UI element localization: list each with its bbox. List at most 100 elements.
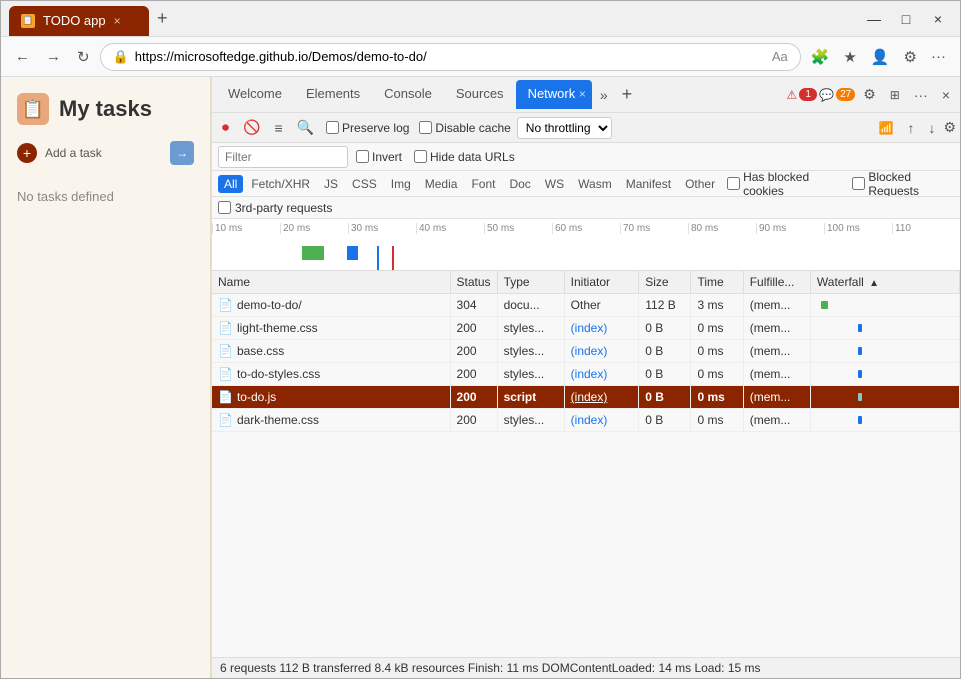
network-settings-button[interactable]: ⚙ bbox=[943, 119, 956, 136]
maximize-button[interactable]: □ bbox=[892, 5, 920, 33]
blocked-requests-checkbox[interactable]: Blocked Requests bbox=[852, 171, 950, 197]
col-header-status[interactable]: Status bbox=[450, 271, 497, 294]
initiator-link[interactable]: (index) bbox=[571, 344, 608, 358]
tab-sources[interactable]: Sources bbox=[444, 80, 516, 109]
filter-fetchxhr[interactable]: Fetch/XHR bbox=[245, 175, 316, 193]
col-header-name[interactable]: Name bbox=[212, 271, 450, 294]
profile-button[interactable]: 👤 bbox=[865, 44, 896, 70]
arrow-button[interactable]: → bbox=[170, 141, 194, 165]
col-header-type[interactable]: Type bbox=[497, 271, 564, 294]
clear-button[interactable]: 🚫 bbox=[237, 117, 266, 138]
third-party-checkbox[interactable] bbox=[218, 201, 231, 214]
table-row[interactable]: 📄dark-theme.css 200 styles... (index) 0 … bbox=[212, 409, 960, 432]
title-bar: 📋 TODO app × + — □ × bbox=[1, 1, 960, 37]
add-task-row[interactable]: + Add a task → bbox=[17, 137, 194, 169]
add-panel-button[interactable]: + bbox=[616, 82, 639, 107]
filter-other[interactable]: Other bbox=[679, 175, 721, 193]
col-header-time[interactable]: Time bbox=[691, 271, 743, 294]
more-tabs-button[interactable]: » bbox=[592, 83, 616, 107]
row-type: docu... bbox=[497, 294, 564, 317]
col-header-size[interactable]: Size bbox=[639, 271, 691, 294]
settings-button[interactable]: ⚙ bbox=[898, 44, 923, 70]
filter-ws[interactable]: WS bbox=[539, 175, 570, 193]
active-tab[interactable]: 📋 TODO app × bbox=[9, 6, 149, 36]
throttle-select[interactable]: No throttling Slow 3G Fast 3G Offline bbox=[517, 117, 612, 139]
waterfall-bar bbox=[858, 324, 862, 332]
refresh-button[interactable]: ↻ bbox=[71, 44, 96, 70]
filter-doc[interactable]: Doc bbox=[503, 175, 536, 193]
filter-all[interactable]: All bbox=[218, 175, 243, 193]
hide-data-urls-checkbox[interactable]: Hide data URLs bbox=[414, 150, 515, 164]
row-type: styles... bbox=[497, 409, 564, 432]
close-icon[interactable]: × bbox=[114, 14, 121, 28]
network-table-container[interactable]: Name Status Type Initiator Size Time Ful… bbox=[212, 271, 960, 657]
col-header-initiator[interactable]: Initiator bbox=[564, 271, 639, 294]
tab-welcome[interactable]: Welcome bbox=[216, 80, 294, 109]
invert-checkbox[interactable]: Invert bbox=[356, 150, 402, 164]
filter-wasm[interactable]: Wasm bbox=[572, 175, 618, 193]
tab-favicon: 📋 bbox=[21, 14, 35, 28]
filter-manifest[interactable]: Manifest bbox=[620, 175, 677, 193]
table-row[interactable]: 📄light-theme.css 200 styles... (index) 0… bbox=[212, 317, 960, 340]
more-button[interactable]: ··· bbox=[925, 44, 952, 69]
initiator-link[interactable]: (index) bbox=[571, 413, 608, 427]
ruler-mark-60ms: 60 ms bbox=[552, 223, 620, 234]
devtools-dots-button[interactable]: ··· bbox=[908, 83, 934, 107]
filter-media[interactable]: Media bbox=[419, 175, 464, 193]
upload-button[interactable]: ↑ bbox=[901, 118, 920, 138]
download-button[interactable]: ↓ bbox=[922, 118, 941, 138]
table-header-row: Name Status Type Initiator Size Time Ful… bbox=[212, 271, 960, 294]
row-status: 200 bbox=[450, 386, 497, 409]
filter-font[interactable]: Font bbox=[465, 175, 501, 193]
table-row[interactable]: 📄to-do-styles.css 200 styles... (index) … bbox=[212, 363, 960, 386]
row-name: 📄to-do-styles.css bbox=[212, 363, 450, 386]
add-icon: + bbox=[17, 143, 37, 163]
row-initiator: (index) bbox=[564, 363, 639, 386]
devtools-share-button[interactable]: ⊞ bbox=[884, 84, 906, 106]
filter-css[interactable]: CSS bbox=[346, 175, 383, 193]
favorites-button[interactable]: ★ bbox=[837, 44, 862, 70]
close-window-button[interactable]: × bbox=[924, 5, 952, 33]
initiator-link[interactable]: (index) bbox=[571, 367, 608, 381]
disable-cache-checkbox[interactable]: Disable cache bbox=[419, 121, 510, 135]
network-tab-close[interactable]: × bbox=[579, 87, 586, 101]
minimize-button[interactable]: — bbox=[860, 5, 888, 33]
devtools-settings-button[interactable]: ⚙ bbox=[857, 82, 882, 107]
filter-input[interactable] bbox=[218, 146, 348, 168]
error-badge: ⚠1 bbox=[786, 88, 817, 102]
file-icon: 📄 bbox=[218, 321, 233, 335]
new-tab-button[interactable]: + bbox=[149, 8, 176, 29]
filter-img[interactable]: Img bbox=[385, 175, 417, 193]
table-row[interactable]: 📄demo-to-do/ 304 docu... Other 112 B 3 m… bbox=[212, 294, 960, 317]
waterfall-cell bbox=[817, 297, 953, 313]
row-size: 112 B bbox=[639, 294, 691, 317]
file-icon: 📄 bbox=[218, 367, 233, 381]
preserve-log-checkbox[interactable]: Preserve log bbox=[326, 121, 409, 135]
row-status: 304 bbox=[450, 294, 497, 317]
col-header-fulfilled[interactable]: Fulfille... bbox=[743, 271, 810, 294]
network-table-body: 📄demo-to-do/ 304 docu... Other 112 B 3 m… bbox=[212, 294, 960, 432]
tab-elements[interactable]: Elements bbox=[294, 80, 372, 109]
record-button[interactable]: ⏺ bbox=[216, 117, 235, 138]
table-row-selected[interactable]: 📄to-do.js 200 script (index) 0 B 0 ms (m… bbox=[212, 386, 960, 409]
tab-network[interactable]: Network × bbox=[516, 80, 592, 109]
wifi-icon-button[interactable]: 📶 bbox=[872, 119, 899, 137]
address-bar[interactable]: 🔒 https://microsoftedge.github.io/Demos/… bbox=[100, 43, 801, 71]
tab-console[interactable]: Console bbox=[372, 80, 444, 109]
window-controls: — □ × bbox=[860, 5, 952, 33]
url-input[interactable]: https://microsoftedge.github.io/Demos/de… bbox=[135, 49, 766, 64]
row-initiator: Other bbox=[564, 294, 639, 317]
devtools-close-button[interactable]: × bbox=[936, 83, 956, 107]
search-button[interactable]: 🔍 bbox=[291, 117, 320, 138]
forward-button[interactable]: → bbox=[40, 44, 67, 69]
row-type: styles... bbox=[497, 363, 564, 386]
initiator-link[interactable]: (index) bbox=[571, 321, 608, 335]
filter-toggle-button[interactable]: ≡ bbox=[268, 118, 288, 138]
row-fulfilled: (mem... bbox=[743, 294, 810, 317]
filter-js[interactable]: JS bbox=[318, 175, 344, 193]
table-row[interactable]: 📄base.css 200 styles... (index) 0 B 0 ms… bbox=[212, 340, 960, 363]
has-blocked-cookies-checkbox[interactable]: Has blocked cookies bbox=[727, 171, 836, 197]
back-button[interactable]: ← bbox=[9, 44, 36, 69]
extensions-button[interactable]: 🧩 bbox=[805, 44, 836, 70]
col-header-waterfall[interactable]: Waterfall ▲ bbox=[810, 271, 959, 294]
